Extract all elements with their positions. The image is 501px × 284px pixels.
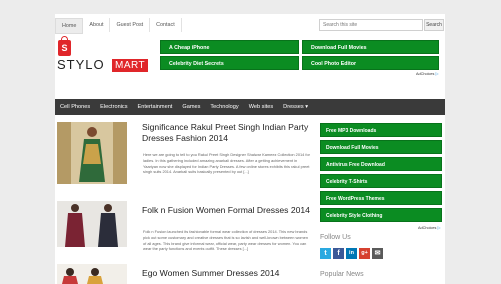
linkedin-icon[interactable]: in	[346, 248, 357, 259]
post-snippet-2: Folk n Fusion launched its fashionable f…	[143, 229, 308, 252]
twitter-icon[interactable]: t	[320, 248, 331, 259]
google-plus-icon[interactable]: g+	[359, 248, 370, 259]
post-title-1[interactable]: Significance Rakul Preet Singh Indian Pa…	[142, 122, 312, 144]
nav-games[interactable]: Games	[177, 99, 205, 115]
facebook-icon[interactable]: f	[333, 248, 344, 259]
email-icon[interactable]: ✉	[372, 248, 383, 259]
follow-us-heading: Follow Us	[320, 234, 351, 241]
search-input[interactable]: Search this site	[319, 19, 423, 31]
formal-dresses-image	[57, 201, 127, 247]
ad-link-download-movies[interactable]: Download Full Movies	[302, 40, 439, 54]
topnav-contact[interactable]: Contact	[150, 18, 182, 32]
post-thumbnail-2[interactable]	[57, 201, 127, 247]
nav-web-sites[interactable]: Web sites	[244, 99, 278, 115]
nav-cell-phones[interactable]: Cell Phones	[55, 99, 95, 115]
top-nav: Home About Guest Post Contact	[55, 18, 182, 34]
sidebar-ad-tshirts[interactable]: Celebrity T-Shirts	[320, 174, 442, 188]
topnav-guest-post[interactable]: Guest Post	[110, 18, 151, 32]
adchoices-sidebar[interactable]: AdChoices ▷	[418, 225, 441, 230]
summer-dresses-image	[57, 264, 127, 284]
nav-electronics[interactable]: Electronics	[95, 99, 132, 115]
post-snippet-1: Here we are going to tell to you Rakul P…	[143, 152, 310, 175]
main-nav: Cell Phones Electronics Entertainment Ga…	[55, 99, 445, 115]
nav-entertainment[interactable]: Entertainment	[133, 99, 178, 115]
topnav-about[interactable]: About	[83, 18, 111, 32]
adchoices-label: AdChoices	[416, 72, 435, 76]
logo-text-stylo: STYLO	[57, 57, 105, 72]
ad-link-celebrity-diet[interactable]: Celebrity Diet Secrets	[160, 56, 299, 70]
popular-news-heading: Popular News	[320, 271, 364, 278]
adchoices-icon: ▷	[435, 71, 439, 76]
sidebar-ad-movies[interactable]: Download Full Movies	[320, 140, 442, 154]
sidebar-ad-wordpress[interactable]: Free WordPress Themes	[320, 191, 442, 205]
post-title-2[interactable]: Folk n Fusion Women Formal Dresses 2014	[142, 205, 312, 216]
post-thumbnail-3[interactable]	[57, 264, 127, 284]
search-button[interactable]: Search	[424, 19, 444, 31]
logo-text-mart: MART	[112, 59, 149, 72]
shopping-bag-icon: S	[58, 36, 71, 56]
ad-link-cheap-iphone[interactable]: A Cheap iPhone	[160, 40, 299, 54]
adchoices-label: AdChoices	[418, 226, 437, 230]
nav-technology[interactable]: Technology	[205, 99, 243, 115]
dress-model-image	[57, 122, 127, 184]
sidebar-ad-clothing[interactable]: Celebrity Style Clothing	[320, 208, 442, 222]
page: Home About Guest Post Contact Search thi…	[55, 14, 445, 284]
sidebar-ad-antivirus[interactable]: Antivirus Free Download	[320, 157, 442, 171]
post-title-3[interactable]: Ego Women Summer Dresses 2014	[142, 268, 312, 279]
adchoices-icon: ▷	[437, 225, 441, 230]
ad-link-photo-editor[interactable]: Cool Photo Editor	[302, 56, 439, 70]
nav-dresses[interactable]: Dresses ▾	[278, 99, 313, 115]
sidebar-ad-mp3[interactable]: Free MP3 Downloads	[320, 123, 442, 137]
post-thumbnail-1[interactable]	[57, 122, 127, 184]
adchoices-header[interactable]: AdChoices ▷	[416, 71, 439, 76]
topnav-home[interactable]: Home	[55, 18, 84, 34]
